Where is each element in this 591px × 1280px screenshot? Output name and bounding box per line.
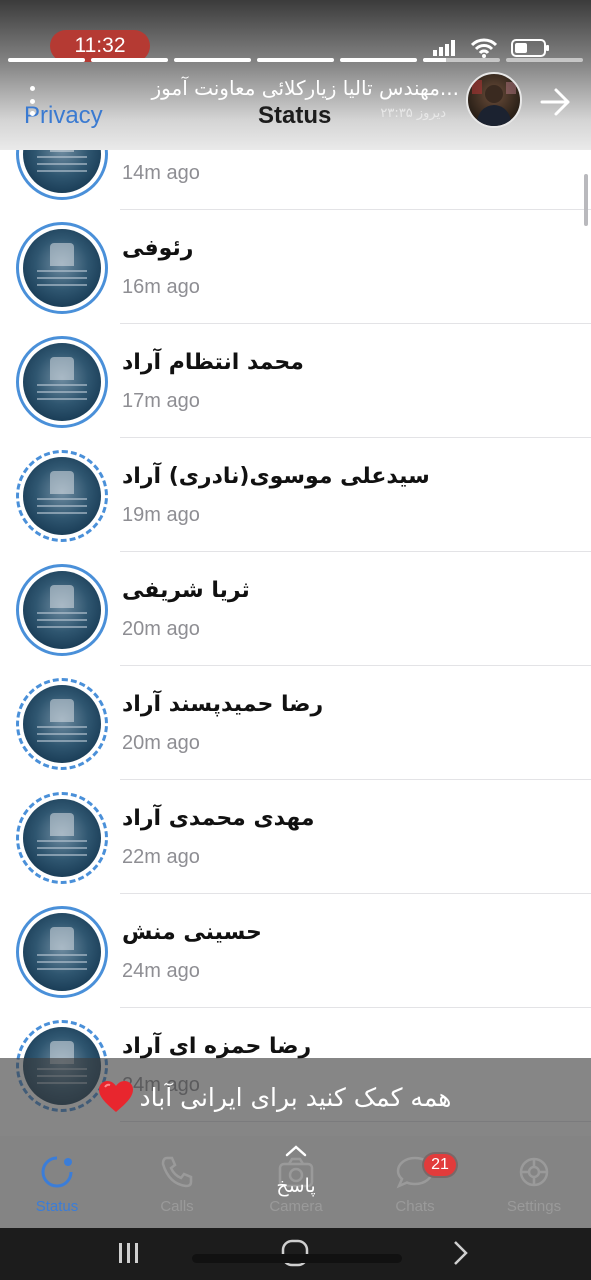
tab-label: Chats (395, 1198, 435, 1215)
story-progress (8, 58, 583, 62)
status-time: 16m ago (122, 276, 200, 298)
status-time: 19m ago (122, 504, 200, 526)
wifi-icon (471, 38, 497, 58)
tab-status[interactable]: Status (2, 1154, 112, 1215)
avatar (23, 913, 101, 991)
avatar (23, 229, 101, 307)
status-time: 20m ago (122, 618, 200, 640)
contact-name: حسینی منش (122, 920, 262, 945)
status-row[interactable]: سیدعلی موسوی(نادری) آراد 19m ago (0, 438, 591, 552)
screen: 14m ago رئوفی 16m ago محمد انتظام آراد 17m a… (0, 0, 591, 1280)
reply-label: پاسخ (276, 1175, 316, 1197)
status-icon (37, 1156, 77, 1194)
status-row[interactable]: حسینی منش 24m ago (0, 894, 591, 1008)
status-row[interactable]: ثریا شریفی 20m ago (0, 552, 591, 666)
home-icon[interactable] (280, 1238, 310, 1268)
forward-arrow-icon[interactable] (538, 84, 574, 120)
avatar (23, 343, 101, 421)
poster-timestamp: دیروز ۲۳:۳۵ (380, 106, 446, 121)
tab-label: Status (35, 1198, 79, 1215)
tab-calls[interactable]: Calls (122, 1154, 232, 1215)
status-avatar-ring (16, 792, 108, 884)
status-row[interactable]: مهدی محمدی آراد 22m ago (0, 780, 591, 894)
status-avatar-ring (16, 906, 108, 998)
progress-segment (423, 58, 500, 62)
avatar (23, 685, 101, 763)
gear-icon (514, 1157, 554, 1194)
system-icons (433, 38, 551, 58)
tab-chats[interactable]: 21 Chats (360, 1152, 470, 1215)
story-caption: همه کمک کنید برای ایرانی آباد (0, 1058, 591, 1136)
more-options-icon[interactable] (22, 86, 42, 116)
contact-name: سیدعلی موسوی(نادری) آراد (122, 464, 430, 489)
gesture-handle[interactable] (192, 1254, 402, 1263)
chat-bubble-icon (395, 1156, 435, 1194)
status-avatar-ring (16, 336, 108, 428)
unread-badge: 21 (422, 1152, 458, 1178)
progress-fill (174, 58, 251, 62)
phone-icon (157, 1156, 197, 1194)
contact-name: مهدی محمدی آراد (122, 806, 315, 831)
recent-apps-icon[interactable] (116, 1240, 142, 1266)
status-avatar-ring (16, 564, 108, 656)
contact-name: رضا حمزه ای آراد (122, 1034, 312, 1059)
contact-name: ثریا شریفی (122, 578, 250, 603)
status-row[interactable]: محمد انتظام آراد 17m ago (0, 324, 591, 438)
chevron-up-icon (285, 1145, 307, 1157)
avatar (23, 457, 101, 535)
poster-name: مهندس تالیا زیارکلائی معاونت آموز... (151, 76, 459, 100)
status-avatar-ring (16, 222, 108, 314)
scroll-indicator[interactable] (584, 174, 588, 226)
avatar (23, 571, 101, 649)
progress-fill (257, 58, 334, 62)
status-avatar-ring (16, 450, 108, 542)
status-time: 20m ago (122, 732, 200, 754)
status-time: 17m ago (122, 390, 200, 412)
contact-name: رضا حمیدپسند آراد (122, 692, 324, 717)
heart-icon (99, 1081, 133, 1112)
caption-text: همه کمک کنید برای ایرانی آباد (139, 1082, 452, 1112)
status-list: 14m ago رئوفی 16m ago محمد انتظام آراد 17m a… (0, 96, 591, 1122)
status-row[interactable]: رئوفی 16m ago (0, 210, 591, 324)
status-time: 22m ago (122, 846, 200, 868)
progress-segment (506, 58, 583, 62)
progress-fill (91, 58, 168, 62)
contact-name: محمد انتظام آراد (122, 350, 304, 375)
progress-fill (340, 58, 417, 62)
progress-segment (91, 58, 168, 62)
tab-label: Settings (506, 1198, 562, 1215)
progress-segment (174, 58, 251, 62)
back-chevron-icon[interactable] (450, 1238, 472, 1268)
signal-icon (433, 40, 455, 56)
progress-segment (340, 58, 417, 62)
status-avatar-ring (16, 678, 108, 770)
person-icon (472, 80, 516, 126)
poster-avatar[interactable] (466, 72, 522, 128)
story-header: مهندس تالیا زیارکلائی معاونت آموز... دیر… (0, 66, 591, 136)
progress-fill (423, 58, 447, 62)
status-time: 14m ago (122, 162, 200, 184)
tab-label: Calls (160, 1198, 194, 1215)
progress-segment (257, 58, 334, 62)
reply-button[interactable]: پاسخ (250, 1142, 342, 1202)
progress-segment (8, 58, 85, 62)
status-row[interactable]: رضا حمیدپسند آراد 20m ago (0, 666, 591, 780)
avatar (23, 799, 101, 877)
battery-icon (511, 39, 549, 57)
status-time: 24m ago (122, 960, 200, 982)
tab-settings[interactable]: Settings (479, 1154, 589, 1215)
contact-name: رئوفی (122, 236, 194, 261)
progress-fill (8, 58, 85, 62)
